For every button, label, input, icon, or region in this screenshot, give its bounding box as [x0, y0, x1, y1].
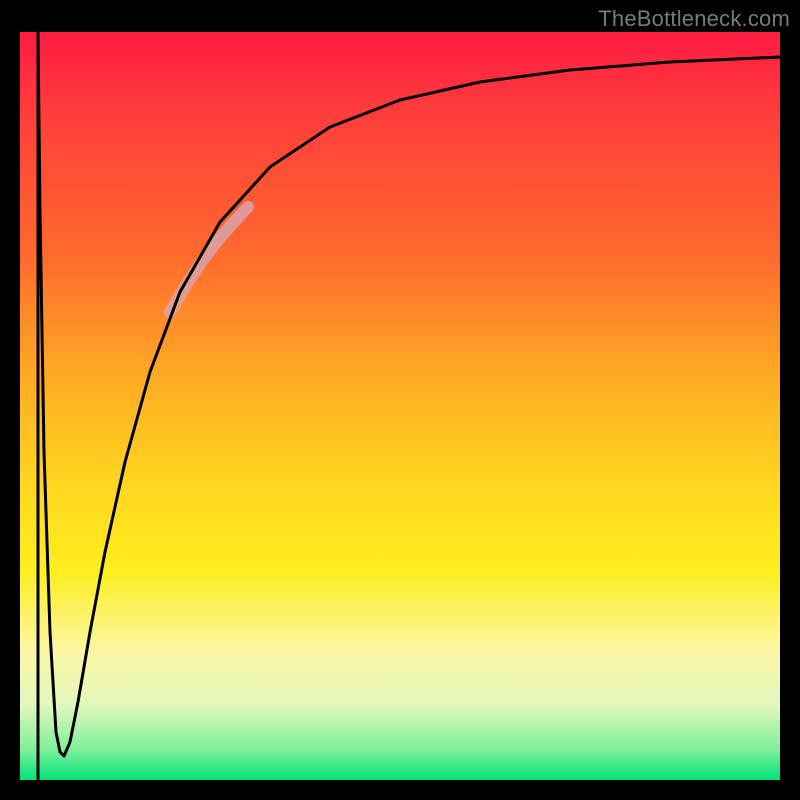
highlight-segment — [170, 207, 248, 312]
curve-path — [38, 32, 780, 780]
watermark-text: TheBottleneck.com — [598, 6, 790, 32]
chart-frame: TheBottleneck.com — [0, 0, 800, 800]
plot-area — [20, 32, 780, 780]
chart-svg — [20, 32, 780, 780]
